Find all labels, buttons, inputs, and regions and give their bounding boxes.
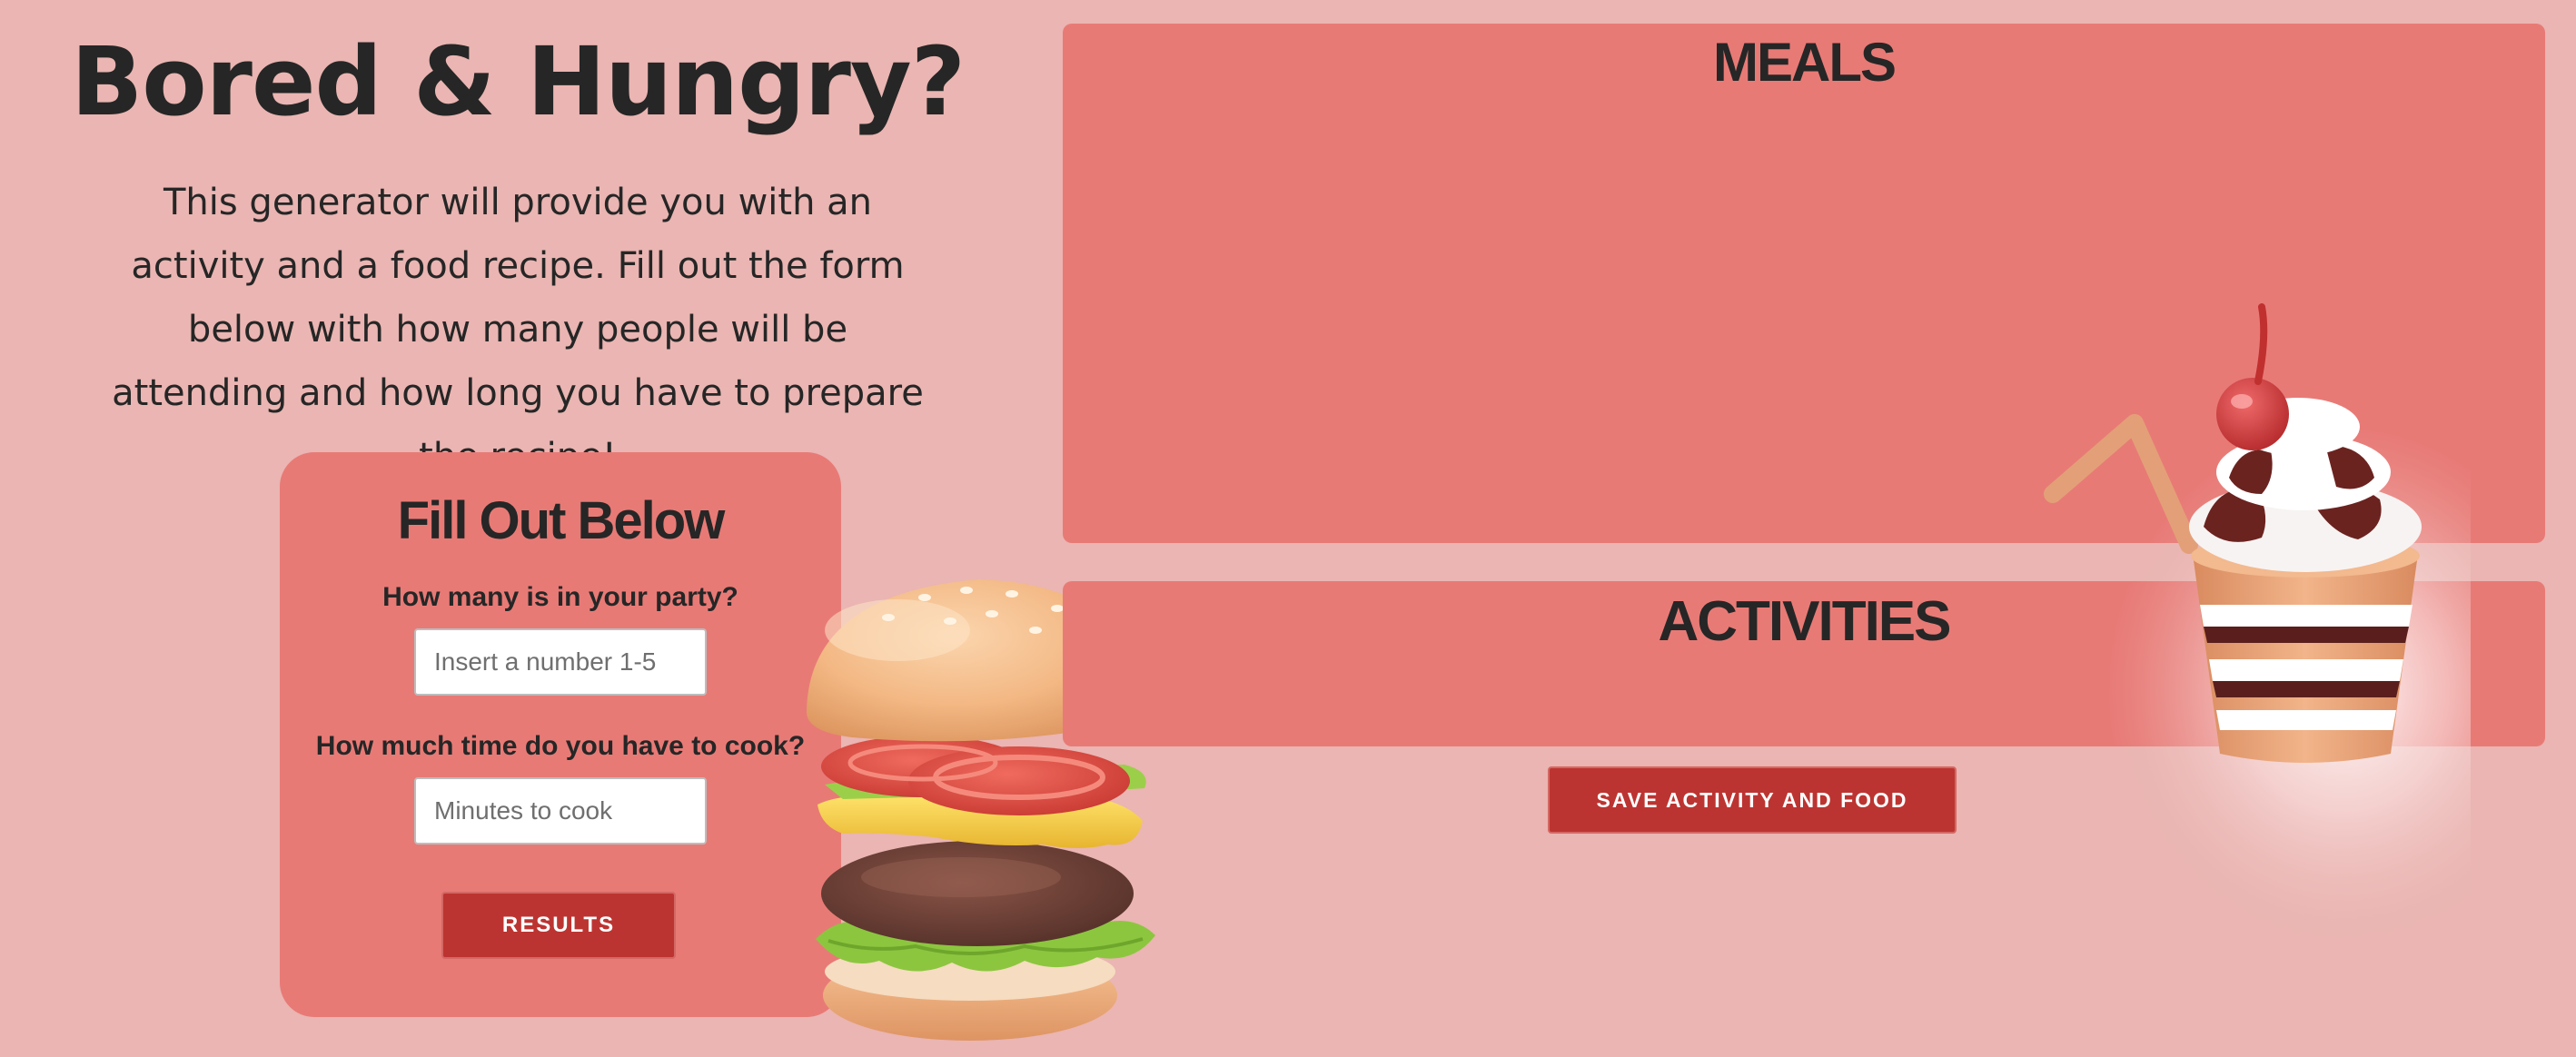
party-size-input[interactable] — [414, 628, 707, 696]
form-card: Fill Out Below How many is in your party… — [280, 452, 841, 1017]
party-size-label: How many is in your party? — [382, 582, 738, 612]
save-activity-and-food-button[interactable]: SAVE ACTIVITY AND FOOD — [1548, 766, 1957, 834]
results-button[interactable]: RESULTS — [441, 892, 676, 959]
page-title: Bored & Hungry? — [70, 26, 966, 137]
intro-text: This generator will provide you with an … — [112, 182, 924, 478]
meals-title: MEALS — [1713, 32, 1897, 93]
milkshake-illustration — [2044, 303, 2471, 953]
form-heading: Fill Out Below — [397, 491, 726, 550]
cook-time-label: How much time do you have to cook? — [315, 731, 806, 761]
cook-time-input[interactable] — [414, 777, 707, 845]
